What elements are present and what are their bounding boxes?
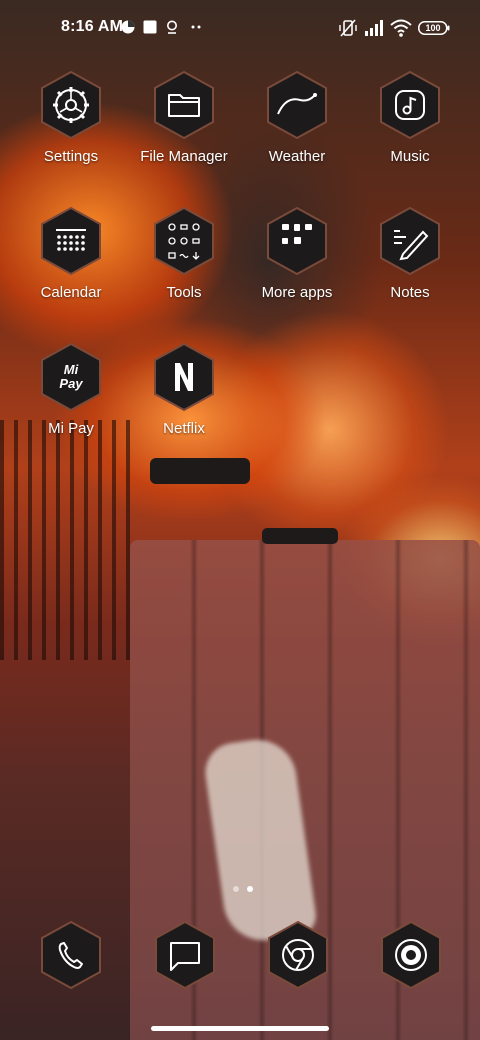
dock-phone[interactable]	[40, 920, 102, 990]
hex-icon-frame	[40, 206, 102, 276]
mi-pay-logo: Mi Pay	[59, 362, 83, 391]
app-label: Weather	[268, 148, 326, 165]
folder-tools[interactable]: Tools	[126, 206, 242, 316]
app-label: More apps	[261, 284, 333, 301]
app-label: File Manager	[140, 148, 228, 165]
hex-icon-frame	[153, 206, 215, 276]
hex-icon-frame	[379, 206, 441, 276]
app-label: Settings	[43, 148, 99, 165]
pencil-icon	[394, 230, 429, 261]
hex-icon-frame: Mi Pay	[40, 342, 102, 412]
home-gesture-bar[interactable]	[151, 1026, 329, 1031]
wifi-icon	[390, 18, 412, 43]
message-icon	[170, 942, 200, 971]
hex-icon-frame	[267, 920, 329, 990]
app-notes[interactable]: Notes	[352, 206, 468, 316]
app-label: Tools	[166, 284, 202, 301]
page-indicator	[229, 879, 257, 897]
hex-icon-frame	[379, 70, 441, 140]
wallpaper-lattice	[0, 420, 140, 660]
dock-chrome[interactable]	[267, 920, 329, 990]
hex-icon-frame	[40, 70, 102, 140]
app-weather[interactable]: Weather	[239, 70, 355, 180]
folder-icon	[168, 94, 200, 117]
app-music[interactable]: Music	[352, 70, 468, 180]
chrome-icon	[282, 939, 314, 971]
app-label: Netflix	[163, 420, 205, 437]
folder-more-apps[interactable]: More apps	[239, 206, 355, 316]
app-label: Notes	[390, 284, 430, 301]
signal-icon	[364, 18, 386, 43]
dock-camera[interactable]	[380, 920, 442, 990]
hex-icon-frame	[153, 342, 215, 412]
more-dots-icon	[189, 20, 203, 34]
app-mi-pay[interactable]: Mi Pay Mi Pay	[13, 342, 129, 452]
status-time: 8:16 AM	[61, 18, 124, 35]
hex-icon-frame	[40, 920, 102, 990]
status-bar: 8:16 AM 100	[0, 0, 480, 56]
phone-icon	[58, 942, 83, 969]
page-dot[interactable]	[233, 886, 239, 892]
hex-icon-frame	[266, 206, 328, 276]
dock-messages[interactable]	[154, 920, 216, 990]
wallpaper-lantern-band	[150, 458, 250, 484]
square-notification-icon	[143, 20, 157, 34]
app-netflix[interactable]: Netflix	[126, 342, 242, 452]
camera-icon	[395, 939, 427, 971]
app-label: Music	[390, 148, 430, 165]
location-icon	[165, 20, 179, 34]
hex-icon-frame	[153, 70, 215, 140]
gear-icon	[53, 87, 89, 123]
app-calendar[interactable]: Calendar	[13, 206, 129, 316]
netflix-logo	[175, 363, 193, 391]
music-note-icon	[395, 90, 425, 120]
battery-level: 100	[425, 23, 441, 33]
battery-icon: 100	[418, 21, 450, 40]
wallpaper-lantern-band	[262, 528, 338, 544]
app-label: Mi Pay	[48, 420, 94, 437]
page-dot-current[interactable]	[247, 886, 253, 892]
app-file-manager[interactable]: File Manager	[126, 70, 242, 180]
home-screen: 8:16 AM 100 Settings File Manager Weathe…	[0, 0, 480, 1040]
vibrate-off-icon	[338, 18, 358, 43]
hex-icon-frame	[380, 920, 442, 990]
apps-folder-icon	[282, 224, 312, 244]
app-settings[interactable]: Settings	[13, 70, 129, 180]
hex-icon-frame	[154, 920, 216, 990]
app-label: Calendar	[40, 284, 102, 301]
chart-icon	[121, 20, 135, 34]
weather-curve-icon	[277, 93, 317, 115]
hex-icon-frame	[266, 70, 328, 140]
calendar-grid-icon	[56, 229, 86, 251]
tools-folder-icon	[168, 223, 200, 260]
